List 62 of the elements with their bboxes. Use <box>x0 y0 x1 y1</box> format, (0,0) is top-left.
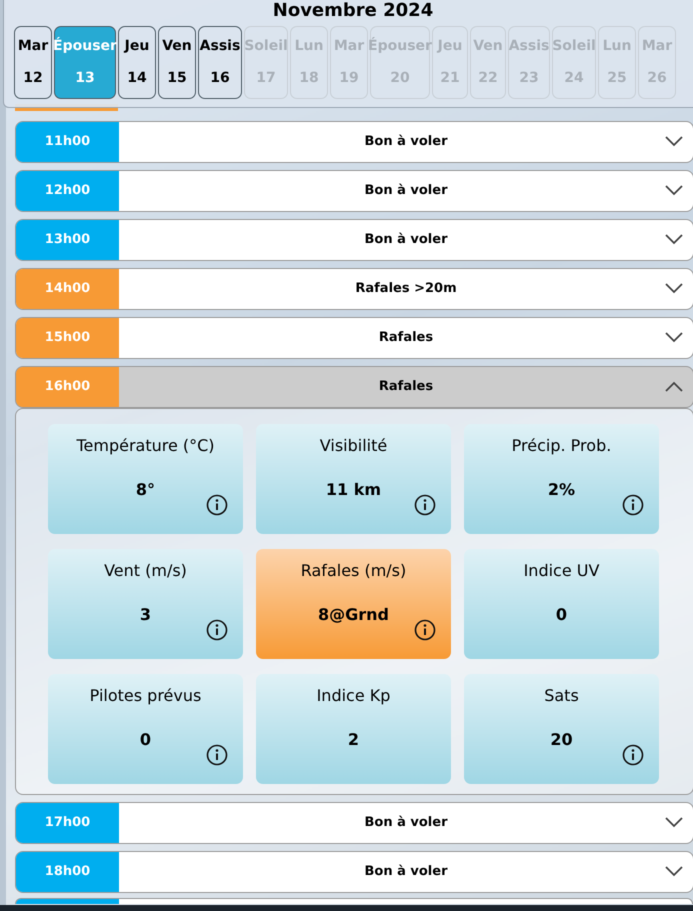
metric-title: Sats <box>544 686 579 706</box>
hour-row[interactable]: 16h00 Rafales <box>15 366 693 408</box>
metric-title: Rafales (m/s) <box>300 561 406 581</box>
day-tab[interactable]: Mar 12 <box>14 26 52 99</box>
status-label: Bon à voler <box>364 133 448 152</box>
info-icon[interactable] <box>206 494 228 516</box>
hour-row[interactable]: 13h00 Bon à voler <box>15 219 693 261</box>
metric-value: 11 km <box>326 480 382 500</box>
metric-value: 2 <box>348 730 360 750</box>
metric-value: 8@Grnd <box>318 605 389 625</box>
info-icon[interactable] <box>414 494 436 516</box>
chevron-down-icon[interactable] <box>665 283 683 294</box>
metric-title: Température (°C) <box>76 436 215 456</box>
day-tab[interactable]: Jeu 14 <box>118 26 156 99</box>
status-label: Rafales >20m <box>355 280 457 298</box>
month-title: Novembre 2024 <box>272 0 434 22</box>
chevron-down-icon[interactable] <box>665 817 683 828</box>
metric-title: Pilotes prévus <box>90 686 202 706</box>
chevron-down-icon[interactable] <box>665 185 683 196</box>
status-label: Bon à voler <box>364 182 448 200</box>
status-label: Rafales <box>378 329 434 348</box>
hour-row[interactable]: 12h00 Bon à voler <box>15 170 693 212</box>
info-icon[interactable] <box>622 494 644 516</box>
chevron-down-icon[interactable] <box>665 866 683 877</box>
info-icon[interactable] <box>622 744 644 766</box>
chevron-up-icon[interactable] <box>665 381 683 392</box>
hour-row[interactable]: 17h00 Bon à voler <box>15 802 693 844</box>
status-label: Bon à voler <box>364 814 448 832</box>
hour-label: 16h00 <box>16 367 119 407</box>
info-icon[interactable] <box>414 619 436 641</box>
status-label: Bon à voler <box>364 863 448 882</box>
metric-value: 3 <box>140 605 152 625</box>
metric-title: Vent (m/s) <box>104 561 187 581</box>
hour-row[interactable]: 11h00 Bon à voler <box>15 121 693 163</box>
metric-title: Indice UV <box>524 561 600 581</box>
status-label: Bon à voler <box>364 231 448 250</box>
day-tab[interactable]: Ven 15 <box>158 26 196 99</box>
hour-label: 11h00 <box>16 122 119 162</box>
hour-label: 17h00 <box>16 803 119 843</box>
metric-value: 20 <box>550 730 573 750</box>
chevron-down-icon[interactable] <box>665 332 683 343</box>
metric-title: Visibilité <box>320 436 388 456</box>
hour-label: 12h00 <box>16 171 119 211</box>
hour-row[interactable]: 18h00 Bon à voler <box>15 851 693 893</box>
hour-row[interactable]: 15h00 Rafales <box>15 317 693 359</box>
status-label: Rafales <box>378 378 434 396</box>
metric-value: 0 <box>556 605 568 625</box>
metric-value: 2% <box>548 480 576 500</box>
chevron-down-icon[interactable] <box>665 136 683 147</box>
metric-title: Indice Kp <box>316 686 390 706</box>
hour-row[interactable]: 14h00 Rafales >20m <box>15 268 693 310</box>
metric-value: 0 <box>140 730 152 750</box>
hour-label: 14h00 <box>16 269 119 309</box>
info-icon[interactable] <box>206 744 228 766</box>
hour-label: 13h00 <box>16 220 119 260</box>
day-tab[interactable]: Assis 16 <box>198 26 242 99</box>
metric-title: Précip. Prob. <box>512 436 612 456</box>
info-icon[interactable] <box>206 619 228 641</box>
hour-label: 18h00 <box>16 852 119 892</box>
metric-value: 8° <box>136 480 156 500</box>
chevron-down-icon[interactable] <box>665 234 683 245</box>
hour-label: 15h00 <box>16 318 119 358</box>
